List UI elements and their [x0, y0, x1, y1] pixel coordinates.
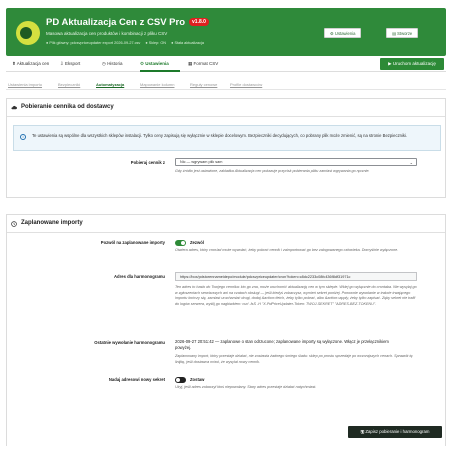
allow-schedule-desc: Otwiera adres, który cron/ad może wywoła…	[175, 248, 399, 252]
supplier-card-header: Pobieranie cennika od dostawcy	[7, 99, 445, 117]
run-update-button[interactable]: ▶ Uruchom aktualizację	[380, 58, 444, 70]
tab-csv-format[interactable]: ▦ Format CSV	[188, 61, 218, 67]
module-meta: ● Plik główny: pdcsvpriceupdater export …	[46, 41, 208, 45]
scheduled-card-title: Zaplanowane importy	[21, 220, 83, 226]
schedule-url-input[interactable]: https://box/pdstorennameidepo/module/pdc…	[175, 272, 417, 281]
tab-history[interactable]: ◷ Historia	[102, 61, 122, 67]
subtab-supplier-profiles[interactable]: Profile dostawców	[230, 82, 262, 87]
new-secret-toggle-label: Zostaw	[190, 377, 205, 382]
clock-icon	[11, 221, 17, 227]
meta-mode: ● Stała aktualizacja	[171, 41, 204, 45]
active-tab-indicator	[140, 70, 180, 72]
version-badge: v1.8.0	[189, 18, 209, 26]
save-icon: 🖫	[360, 429, 365, 434]
last-run-label: Ostatnie wywołanie harmonogramu	[94, 340, 165, 345]
schedule-url-label: Adres dla harmonogramu	[114, 274, 165, 279]
last-run-value: 2026-09-27 20:51:42 — zaplanowe o stan o…	[175, 339, 389, 350]
chevron-down-icon: ⌄	[409, 160, 413, 165]
allow-schedule-toggle[interactable]	[175, 240, 186, 246]
subtab-automation[interactable]: Automatyzacja	[96, 82, 124, 87]
module-logo-icon	[16, 21, 40, 45]
supplier-card: Pobieranie cennika od dostawcy i Te usta…	[6, 98, 446, 198]
notice-text: Te ustawienia są wspólne dla wszystkich …	[32, 133, 408, 138]
info-icon: i	[20, 134, 26, 140]
scheduled-card: Zaplanowane importy Pozwól na zaplanowan…	[6, 214, 446, 446]
subtab-safeguards[interactable]: Bezpieczniki	[58, 82, 80, 87]
supplier-card-title: Pobieranie cennika od dostawcy	[21, 104, 114, 110]
tab-settings[interactable]: ⚙ Ustawienia	[140, 61, 169, 67]
header-docs-button[interactable]: ▤ Stworze	[386, 28, 419, 38]
tab-export[interactable]: ⇩ Eksport	[60, 61, 80, 67]
meta-file: ● Plik główny: pdcsvpriceupdater export …	[46, 41, 141, 45]
scheduled-card-header: Zaplanowane importy	[7, 215, 445, 233]
module-title: PD Aktualizacja Cen z CSV Pro v1.8.0	[46, 17, 209, 28]
tab-price-update[interactable]: ⬆ Aktualizacja cen	[12, 61, 49, 67]
new-secret-label: Nadaj adresowi nowy sekret	[108, 377, 165, 382]
module-header: PD Aktualizacja Cen z CSV Pro v1.8.0 Maso…	[6, 8, 446, 56]
supplier-source-desc: Gdy źródło jest ustawione, zakładka Aktu…	[175, 169, 370, 173]
save-schedule-button[interactable]: 🖫 Zapisz pobieranie i harmonogram	[348, 426, 442, 438]
settings-subtabs: Ustawienia importu Bezpieczniki Automaty…	[6, 80, 446, 90]
new-secret-toggle[interactable]	[175, 377, 186, 383]
subtab-import-settings[interactable]: Ustawienia importu	[8, 82, 42, 87]
allow-schedule-label: Pozwól na zaplanowane importy	[100, 240, 165, 245]
supplier-source-select[interactable]: Nic — wgrywam plik sam ⌄	[175, 158, 417, 166]
schedule-url-desc: Ten adres to hasło do Twojego cennika: k…	[175, 285, 417, 306]
supplier-source-label: Pobieraj cennik z	[130, 160, 165, 165]
meta-shop: ● Sklep: ON	[145, 41, 167, 45]
last-run-desc: Zaplanowany import, który przestaje dzia…	[175, 354, 413, 364]
module-subtitle: Masowa aktualizacja cen produktów i komb…	[46, 31, 168, 36]
cloud-download-icon	[11, 105, 17, 110]
subtab-column-mapping[interactable]: Mapowanie kolumn	[140, 82, 174, 87]
shared-settings-notice: i Te ustawienia są wspólne dla wszystkic…	[13, 125, 441, 151]
subtab-price-rules[interactable]: Reguły cenowe	[190, 82, 217, 87]
page: PD Aktualizacja Cen z CSV Pro v1.8.0 Maso…	[0, 0, 452, 452]
header-settings-button[interactable]: ⚙ Ustawienia	[324, 28, 362, 38]
new-secret-desc: Użyj, jeśli adres zobaczył ktoś niepowoł…	[175, 385, 317, 389]
allow-schedule-toggle-label: Zezwól	[190, 240, 204, 245]
